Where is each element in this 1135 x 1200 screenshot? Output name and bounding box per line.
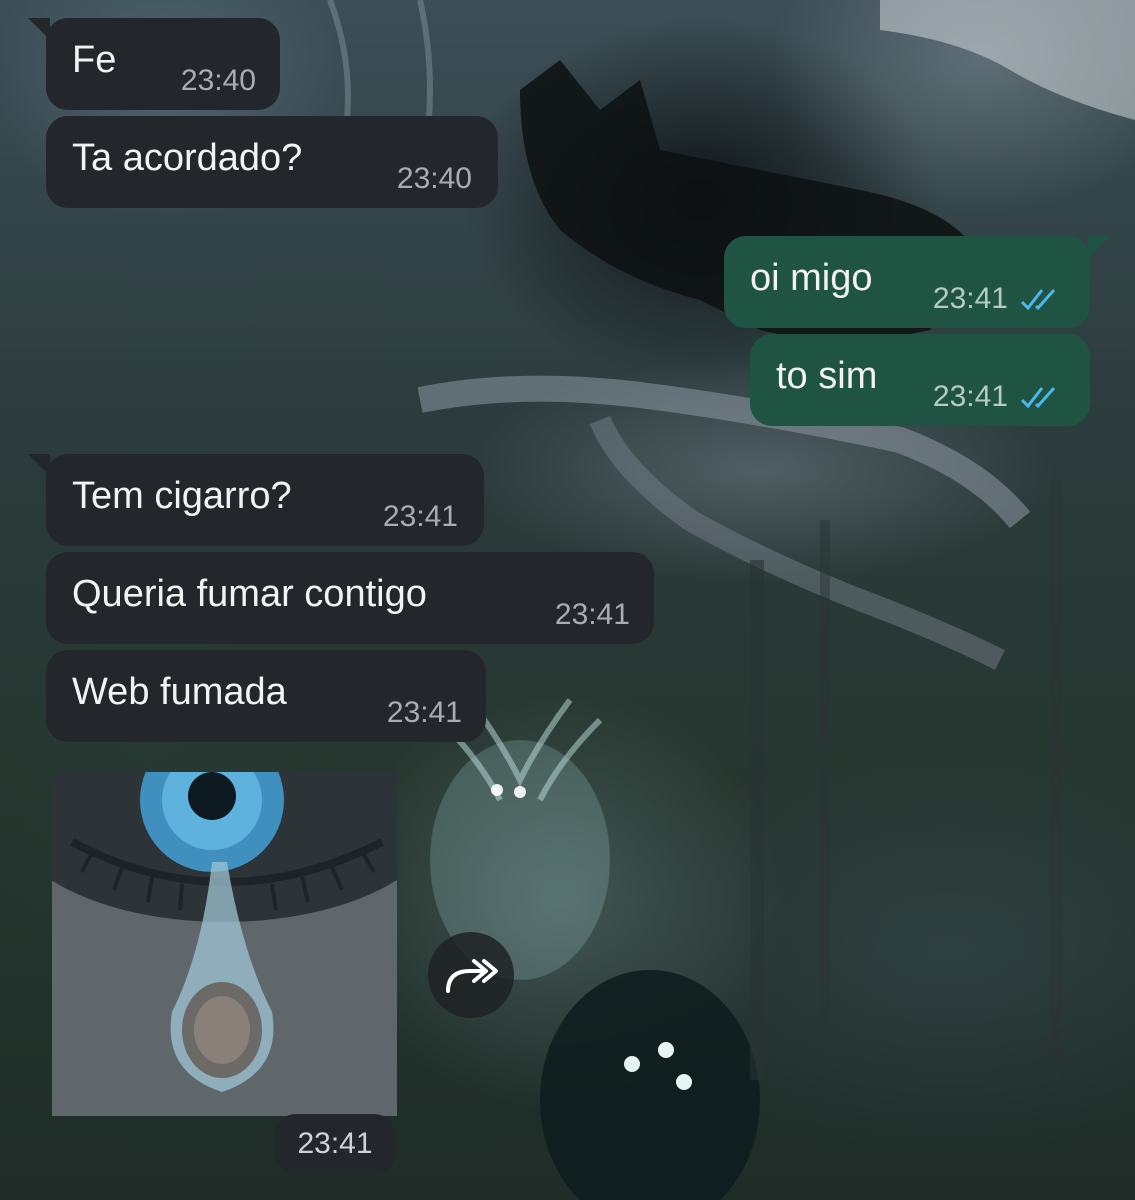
message-time: 23:41 [932,380,1008,413]
message-text: Tem cigarro? [72,475,292,517]
message-text: Web fumada [72,671,287,713]
message-text: oi migo [750,257,873,299]
incoming-message[interactable]: Web fumada 23:41 [46,650,486,742]
double-check-icon [1020,289,1056,311]
sticker-image[interactable] [52,772,397,1116]
forward-icon [446,959,498,993]
incoming-message[interactable]: Tem cigarro? 23:41 [46,454,484,546]
message-time: 23:41 [932,282,1008,315]
forward-button[interactable] [428,932,514,1018]
crying-eye-sticker [52,772,397,1116]
incoming-message[interactable]: Ta acordado? 23:40 [46,116,498,208]
double-check-icon [1020,387,1056,409]
message-time: 23:41 [554,598,630,631]
message-time: 23:41 [386,696,462,729]
message-text: Fe [72,39,117,81]
incoming-message[interactable]: Queria fumar contigo 23:41 [46,552,654,644]
bubble-tail [1088,236,1110,258]
message-time: 23:40 [180,64,256,97]
outgoing-message[interactable]: oi migo 23:41 [724,236,1090,328]
incoming-message[interactable]: Fe 23:40 [46,18,280,110]
message-text: to sim [776,355,878,397]
message-time: 23:40 [396,162,472,195]
message-time: 23:41 [382,500,458,533]
outgoing-message[interactable]: to sim 23:41 [750,334,1090,426]
sticker-time: 23:41 [274,1114,396,1174]
message-text: Queria fumar contigo [72,573,427,615]
message-text: Ta acordado? [72,137,303,179]
